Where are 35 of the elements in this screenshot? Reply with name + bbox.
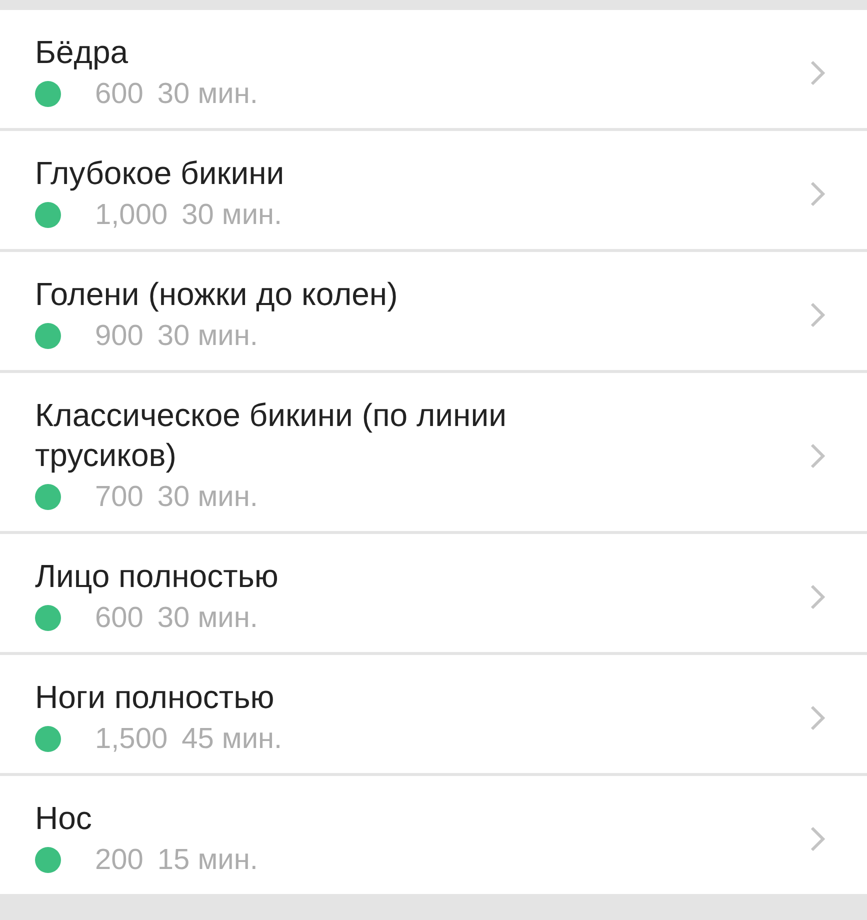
chevron-right-icon [809, 825, 827, 853]
chevron-right-icon [809, 59, 827, 87]
service-row[interactable]: Бёдра 600 30 мин. [0, 10, 867, 128]
service-price: 200 [95, 843, 144, 878]
service-duration: 30 мин. [157, 319, 258, 354]
chevron-right-icon [809, 180, 827, 208]
service-duration: 30 мин. [157, 480, 258, 515]
service-price: 1,000 [95, 198, 168, 233]
service-row[interactable]: Глубокое бикини 1,000 30 мин. [0, 131, 867, 249]
service-row[interactable]: Ноги полностью 1,500 45 мин. [0, 655, 867, 773]
service-duration: 30 мин. [157, 601, 258, 636]
service-price: 600 [95, 77, 144, 112]
service-name: Нос [35, 799, 93, 838]
service-name: Лицо полностью [35, 557, 280, 596]
service-price: 600 [95, 601, 144, 636]
chevron-right-icon [809, 442, 827, 470]
service-row[interactable]: Классическое бикини (по линии трусиков) 700 30 мин. [0, 373, 867, 531]
service-duration: 45 мин. [182, 722, 282, 757]
service-price: 700 [95, 480, 144, 515]
chevron-right-icon [809, 704, 827, 732]
service-duration: 30 мин. [157, 77, 258, 112]
service-row[interactable]: Голени (ножки до колен) 900 30 мин. [0, 252, 867, 370]
chevron-right-icon [809, 301, 827, 329]
service-name: Классическое бикини (по линии трусиков) [35, 396, 508, 475]
service-name: Голени (ножки до колен) [35, 275, 399, 314]
service-row[interactable]: Нос 200 15 мин. [0, 776, 867, 894]
service-name: Ноги полностью [35, 678, 276, 717]
service-price: 900 [95, 319, 144, 354]
chevron-right-icon [809, 583, 827, 611]
service-name: Глубокое бикини [35, 154, 286, 193]
service-duration: 30 мин. [182, 198, 282, 233]
service-duration: 15 мин. [157, 843, 258, 878]
service-name: Бёдра [35, 33, 130, 72]
service-row[interactable]: Лицо полностью 600 30 мин. [0, 534, 867, 652]
service-price: 1,500 [95, 722, 168, 757]
